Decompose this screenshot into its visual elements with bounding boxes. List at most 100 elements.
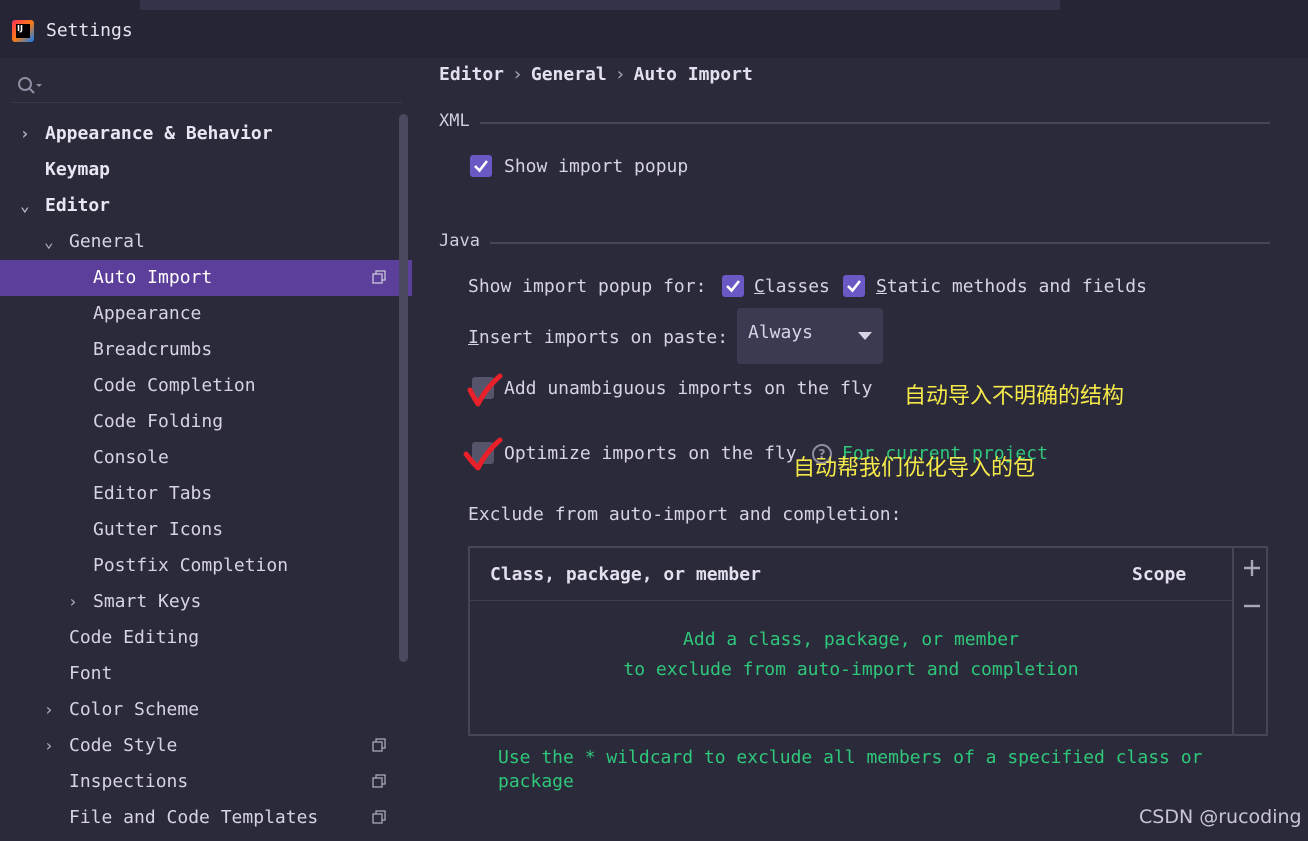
add-unambiguous-label[interactable]: Add unambiguous imports on the fly <box>504 378 872 399</box>
settings-main-panel: Editor › General › Auto Import XML Show impo… <box>412 58 1308 841</box>
search-input[interactable] <box>12 72 402 103</box>
chevron-down-icon[interactable]: ⌄ <box>20 188 34 224</box>
ide-toolbar-strip <box>140 0 1060 10</box>
breadcrumb-editor[interactable]: Editor <box>439 64 504 85</box>
table-header-divider <box>470 600 1232 601</box>
optimize-imports-label[interactable]: Optimize imports on the fly <box>504 443 797 464</box>
tree-item-color-scheme[interactable]: › Color Scheme <box>0 692 412 728</box>
annotation-add-unambiguous: 自动导入不明确的结构 <box>904 384 1125 409</box>
tree-item-inspections[interactable]: Inspections <box>0 764 412 800</box>
tree-item-smart-keys[interactable]: › Smart Keys <box>0 584 412 620</box>
static-methods-label[interactable]: Static methods and fields <box>876 276 1147 297</box>
tree-item-label: Inspections <box>69 771 189 792</box>
tree-item-code-completion[interactable]: Code Completion <box>0 368 412 404</box>
tree-item-editor[interactable]: ⌄ Editor <box>0 188 412 224</box>
breadcrumb-general[interactable]: General <box>531 64 607 85</box>
tree-item-font[interactable]: Font <box>0 656 412 692</box>
empty-table-hint-line2: to exclude from auto-import and completi… <box>623 659 1079 680</box>
tree-item-appearance-behavior[interactable]: › Appearance & Behavior <box>0 116 412 152</box>
breadcrumb: Editor › General › Auto Import <box>439 64 753 85</box>
tree-item-file-code-templates[interactable]: File and Code Templates <box>0 800 412 836</box>
tree-item-auto-import[interactable]: Auto Import <box>0 260 412 296</box>
title-bar: IJ Settings <box>0 0 1308 58</box>
tree-item-label: Code Editing <box>69 627 200 648</box>
tree-item-label: Editor <box>45 195 111 216</box>
xml-section-title: XML <box>439 111 470 131</box>
annotation-optimize: 自动帮我们优化导入的包 <box>793 456 1036 481</box>
tree-item-code-editing[interactable]: Code Editing <box>0 620 412 656</box>
tree-item-general[interactable]: ⌄ General <box>0 224 412 260</box>
mnemonic-letter: S <box>876 276 887 297</box>
tree-item-code-folding[interactable]: Code Folding <box>0 404 412 440</box>
wildcard-hint-line2: package <box>498 771 574 792</box>
tree-item-keymap[interactable]: Keymap <box>0 152 412 188</box>
breadcrumb-separator: › <box>512 64 523 85</box>
show-import-popup-label[interactable]: Show import popup <box>504 156 688 177</box>
breadcrumb-auto-import: Auto Import <box>633 64 753 85</box>
intellij-logo-icon: IJ <box>12 20 34 42</box>
column-header-scope[interactable]: Scope <box>1132 564 1186 585</box>
tree-item-label: Appearance <box>93 303 202 324</box>
project-settings-copy-icon <box>372 270 386 284</box>
tree-item-label: Breadcrumbs <box>93 339 213 360</box>
tree-item-label: Code Folding <box>93 411 224 432</box>
tree-item-appearance[interactable]: Appearance <box>0 296 412 332</box>
insert-on-paste-dropdown[interactable]: Always <box>737 308 883 364</box>
tree-item-label: Color Scheme <box>69 699 200 720</box>
tree-item-label: Smart Keys <box>93 591 202 612</box>
tree-item-breadcrumbs[interactable]: Breadcrumbs <box>0 332 412 368</box>
java-section-title: Java <box>439 231 480 251</box>
window-title: Settings <box>46 20 133 41</box>
label-rest: nsert imports on paste: <box>478 327 729 348</box>
static-methods-checkbox[interactable] <box>843 275 865 297</box>
watermark: CSDN @rucoding <box>1139 806 1302 828</box>
chevron-down-icon[interactable] <box>847 308 883 364</box>
tree-item-label: Code Completion <box>93 375 256 396</box>
tree-item-label: General <box>69 231 145 252</box>
checkmark-icon <box>726 280 741 293</box>
insert-on-paste-label: Insert imports on paste: <box>468 327 728 348</box>
show-import-popup-checkbox[interactable] <box>470 155 492 177</box>
section-divider <box>490 242 1270 244</box>
sidebar-scrollbar[interactable] <box>399 114 408 662</box>
tree-item-code-style[interactable]: › Code Style <box>0 728 412 764</box>
tree-item-console[interactable]: Console <box>0 440 412 476</box>
tree-item-gutter-icons[interactable]: Gutter Icons <box>0 512 412 548</box>
tree-item-label: Gutter Icons <box>93 519 224 540</box>
chevron-right-icon[interactable]: › <box>68 584 82 620</box>
section-divider <box>480 122 1270 124</box>
column-header-class[interactable]: Class, package, or member <box>490 564 761 585</box>
tree-item-label: File and Code Templates <box>69 807 319 828</box>
red-check-mark-icon <box>467 373 503 407</box>
project-settings-copy-icon <box>372 738 386 752</box>
checkmark-icon <box>474 160 489 173</box>
empty-table-hint-line1[interactable]: Add a class, package, or member <box>470 629 1232 650</box>
checkmark-icon <box>847 280 862 293</box>
tree-item-label: Editor Tabs <box>93 483 213 504</box>
chevron-right-icon[interactable]: › <box>44 728 58 764</box>
classes-label[interactable]: Classes <box>754 276 830 297</box>
tree-item-label: Postfix Completion <box>93 555 289 576</box>
add-icon[interactable] <box>1240 556 1264 580</box>
tree-item-postfix-completion[interactable]: Postfix Completion <box>0 548 412 584</box>
breadcrumb-separator: › <box>614 64 626 85</box>
chevron-down-icon[interactable]: ⌄ <box>44 224 58 260</box>
tree-item-label: Appearance & Behavior <box>45 123 273 144</box>
project-settings-copy-icon <box>372 810 386 824</box>
remove-icon[interactable] <box>1240 594 1264 618</box>
red-check-mark-icon <box>463 437 503 471</box>
settings-sidebar: › Appearance & Behavior Keymap ⌄ Editor … <box>0 58 412 841</box>
exclude-label: Exclude from auto-import and completion: <box>468 504 902 525</box>
tree-item-label: Code Style <box>69 735 178 756</box>
label-rest: lasses <box>764 276 830 297</box>
search-icon <box>18 77 42 94</box>
mnemonic-letter: I <box>468 327 479 348</box>
tree-item-editor-tabs[interactable]: Editor Tabs <box>0 476 412 512</box>
mnemonic-letter: C <box>754 276 765 297</box>
label-rest: tatic methods and fields <box>886 276 1147 297</box>
chevron-right-icon[interactable]: › <box>20 116 34 152</box>
chevron-right-icon[interactable]: › <box>44 692 58 728</box>
table-toolbar-divider <box>1232 548 1234 734</box>
tree-item-label: Console <box>93 447 169 468</box>
classes-checkbox[interactable] <box>722 275 744 297</box>
